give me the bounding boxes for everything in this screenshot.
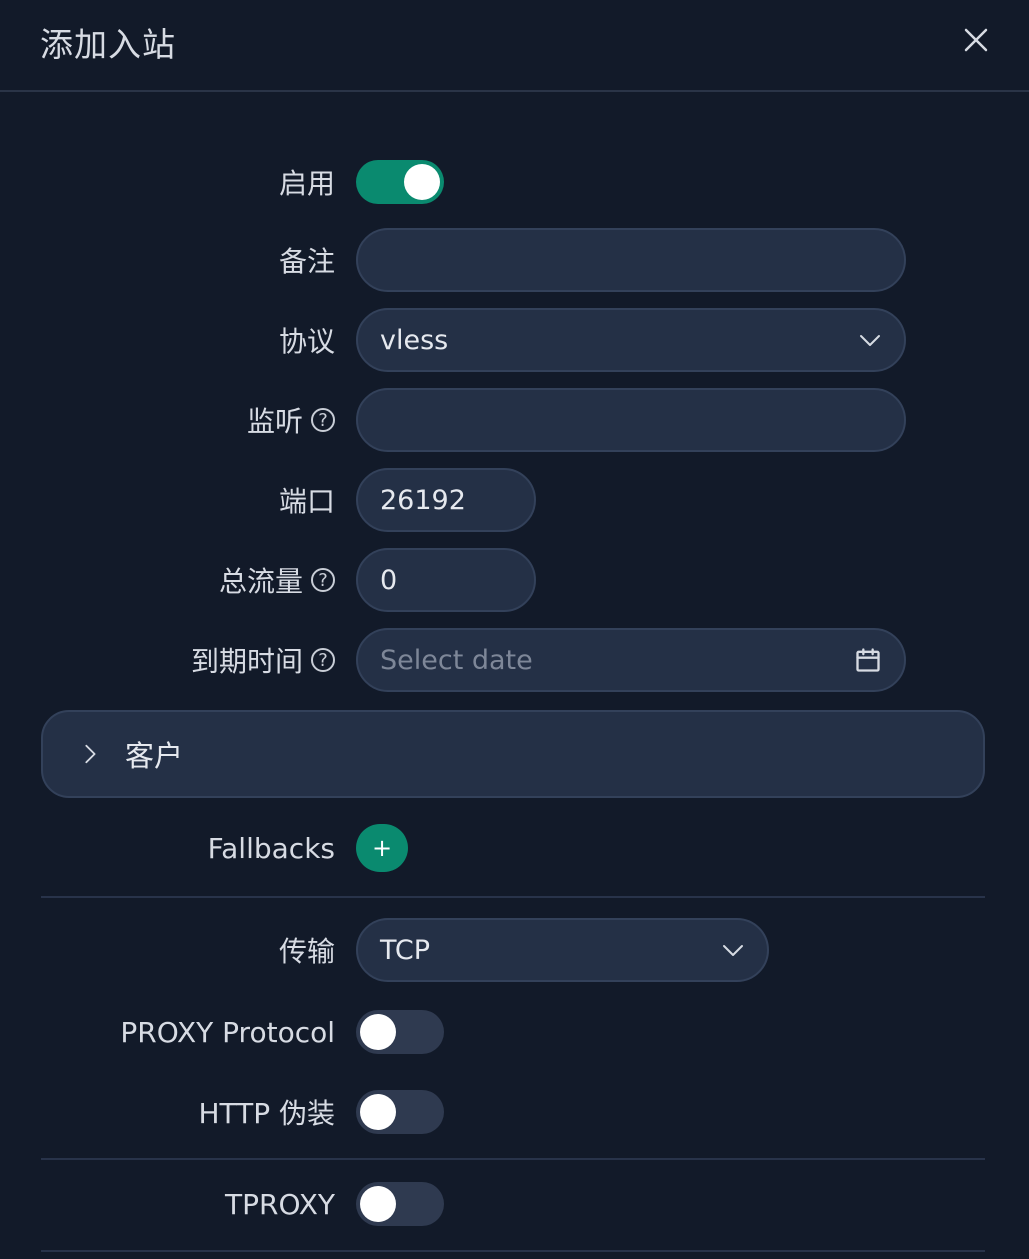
toggle-knob (404, 164, 440, 200)
expiry-row: 到期时间 ? Select date (0, 628, 1029, 692)
transport-select[interactable]: TCP (356, 918, 769, 982)
close-icon (964, 28, 988, 52)
protocol-row: 协议 vless (0, 308, 1029, 372)
proxy-protocol-row: PROXY Protocol (0, 1010, 1029, 1054)
expiry-label: 到期时间 (190, 645, 303, 678)
fallbacks-row: Fallbacks (0, 824, 1029, 872)
traffic-value: 0 (380, 564, 398, 596)
remark-row: 备注 (0, 228, 1029, 292)
tproxy-label: TPROXY (225, 1187, 335, 1221)
divider (41, 1158, 985, 1160)
transport-label: 传输 (278, 935, 335, 968)
tproxy-row: TPROXY (0, 1182, 1029, 1226)
divider (41, 896, 985, 898)
port-value: 26192 (380, 484, 466, 516)
chevron-down-icon (723, 945, 743, 956)
enable-row: 启用 (0, 160, 1029, 204)
listen-label: 监听 (246, 405, 303, 438)
proxy-protocol-label: PROXY Protocol (120, 1015, 335, 1049)
http-camouflage-toggle[interactable] (356, 1090, 444, 1134)
listen-row: 监听 ? (0, 388, 1029, 452)
remark-input[interactable] (356, 228, 906, 292)
protocol-value: vless (380, 324, 449, 356)
calendar-icon (856, 648, 880, 672)
question-circle-icon[interactable]: ? (311, 648, 335, 672)
toggle-knob (360, 1014, 396, 1050)
http-camouflage-label: HTTP 伪装 (198, 1097, 335, 1130)
divider (41, 1250, 985, 1252)
transport-value: TCP (380, 934, 431, 966)
question-circle-icon[interactable]: ? (311, 408, 335, 432)
traffic-label: 总流量 (218, 565, 303, 598)
port-row: 端口 26192 (0, 468, 1029, 532)
chevron-right-icon (85, 744, 96, 764)
expiry-placeholder: Select date (380, 644, 533, 676)
fallbacks-label: Fallbacks (207, 831, 335, 865)
transport-row: 传输 TCP (0, 918, 1029, 982)
chevron-down-icon (860, 335, 880, 346)
listen-input[interactable] (356, 388, 906, 452)
enable-toggle[interactable] (356, 160, 444, 204)
add-fallback-button[interactable]: + (356, 824, 408, 872)
remark-label: 备注 (278, 245, 335, 278)
enable-label: 启用 (278, 167, 335, 200)
dialog-header: 添加入站 (0, 0, 1029, 92)
dialog-title: 添加入站 (40, 25, 176, 64)
clients-collapse[interactable]: 客户 (41, 710, 985, 798)
proxy-protocol-toggle[interactable] (356, 1010, 444, 1054)
port-label: 端口 (278, 485, 335, 518)
protocol-label: 协议 (278, 325, 335, 358)
traffic-row: 总流量 ? 0 (0, 548, 1029, 612)
clients-label: 客户 (125, 739, 184, 773)
close-button[interactable] (956, 20, 996, 60)
toggle-knob (360, 1186, 396, 1222)
http-camouflage-row: HTTP 伪装 (0, 1090, 1029, 1134)
port-input[interactable]: 26192 (356, 468, 536, 532)
expiry-date-picker[interactable]: Select date (356, 628, 906, 692)
question-circle-icon[interactable]: ? (311, 568, 335, 592)
toggle-knob (360, 1094, 396, 1130)
tproxy-toggle[interactable] (356, 1182, 444, 1226)
protocol-select[interactable]: vless (356, 308, 906, 372)
traffic-input[interactable]: 0 (356, 548, 536, 612)
